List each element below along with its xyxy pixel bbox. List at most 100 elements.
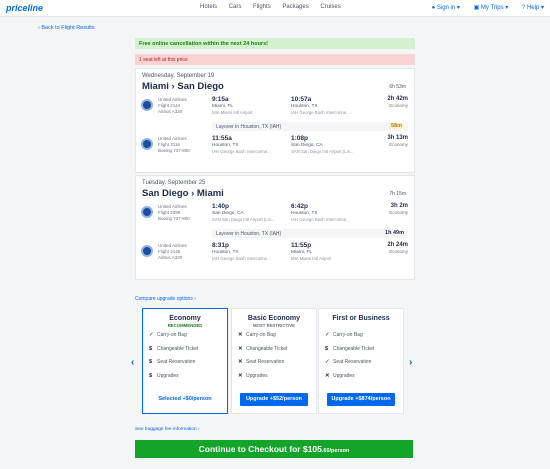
user-icon: ● [431, 5, 436, 11]
sign-in-link[interactable]: ● Sign in ▾ [432, 5, 460, 11]
feature-label: Carry-on Bag [246, 332, 276, 338]
dep-time: 11:55a [212, 135, 232, 142]
dep-airport: IAH George Bush Interconne... [212, 256, 271, 261]
feature-label: Seat Reservation [246, 359, 285, 365]
feature-item: ✕ Upgrades [319, 373, 403, 387]
departure: 8:31p Houston, TX IAH George Bush Intercon… [212, 242, 297, 262]
chevron-left-icon[interactable]: ‹ [131, 357, 134, 368]
arr-airport: MIA Miami Intl Airport [291, 256, 332, 261]
arr-time: 6:42p [291, 203, 308, 210]
flight-segment: United Airlines Flight 2099 Boeing 737-800… [136, 200, 414, 228]
return-route: San Diego › Miami 7h 15m [136, 186, 414, 200]
upgrade-basic-button[interactable]: Upgrade +$52/person [240, 393, 308, 406]
arr-time: 11:55p [291, 242, 312, 249]
aircraft: Boeing 737-800 [158, 216, 190, 221]
feature-label: Carry-on Bag [333, 332, 363, 338]
suitcase-icon: ▣ [473, 5, 480, 11]
departure: 11:55a Houston, TX IAH George Bush Interco… [212, 135, 297, 155]
fare-subtitle: MOST RESTRICTIVE [252, 323, 296, 328]
help-label: Help [526, 5, 540, 11]
dep-time: 8:31p [212, 242, 229, 249]
outbound-route: Miami › San Diego 6h 53m [136, 79, 414, 93]
top-header: priceline Hotels Cars Flights Packages C… [0, 0, 550, 17]
layover-duration: 58m [388, 123, 404, 129]
aircraft: Airbus A320 [158, 255, 183, 260]
flight-info: United Airlines Flight 2148 Airbus A320 [158, 243, 198, 261]
feature-item: ✓ Carry-on Bag [319, 332, 403, 346]
layover-text: Layover in Houston, TX (IAH) [216, 231, 282, 237]
arrival: 6:42p Houston, TX IAH George Bush Intercon… [291, 203, 376, 223]
arr-airport: IAH George Bush Interconne... [291, 110, 350, 115]
cabin: Economy [389, 142, 408, 147]
outbound-date: Wednesday, September 19 [142, 73, 215, 79]
flight-segment: United Airlines Flight 2148 Airbus A320 8:… [136, 239, 414, 267]
aircraft: Boeing 737-800 [158, 148, 190, 153]
layover-duration: 1h 49m [385, 230, 404, 236]
flight-segment: United Airlines Flight 2144 Airbus A320 9:… [136, 93, 414, 121]
nav-cars[interactable]: Cars [229, 4, 242, 10]
check-icon: ✓ [149, 332, 154, 338]
flight-info: United Airlines Flight 2116 Boeing 737-800 [158, 136, 198, 154]
layover-text: Layover in Houston, TX (IAH) [216, 124, 282, 130]
nav-packages[interactable]: Packages [282, 4, 308, 10]
sign-in-label: Sign in [436, 5, 456, 11]
compare-upgrade-link[interactable]: Compare upgrade options › [135, 296, 196, 302]
dep-airport: SAN San Diego Intl Airport (Lin... [212, 217, 275, 222]
fare-subtitle [319, 323, 403, 329]
baggage-fee-link[interactable]: See baggage fee information › [135, 427, 200, 432]
priceline-logo[interactable]: priceline [6, 3, 43, 13]
continue-to-checkout-button[interactable]: Continue to Checkout for $105.60/person [135, 440, 413, 458]
outbound-card: Wednesday, September 19 Miami › San Dieg… [135, 68, 415, 173]
chevron-right-icon[interactable]: › [409, 357, 412, 368]
x-icon: ✕ [238, 345, 243, 352]
nav-cruises[interactable]: Cruises [320, 4, 340, 10]
dep-time: 1:40p [212, 203, 229, 210]
nav-hotels[interactable]: Hotels [200, 4, 217, 10]
cta-cents: .60/person [321, 448, 350, 454]
upgrade-first-button[interactable]: Upgrade +$874/person [327, 393, 395, 406]
header-right: ● Sign in ▾ ▣ My Trips ▾ ? Help ▾ [420, 4, 544, 11]
fare-card-first-business[interactable]: First or Business ✓ Carry-on Bag $ Changea… [318, 308, 404, 414]
return-card: Tuesday, September 25 San Diego › Miami 7… [135, 175, 415, 280]
route-label: San Diego › Miami [142, 188, 224, 199]
fare-title: First or Business [332, 315, 390, 322]
help-link[interactable]: ? Help ▾ [522, 5, 544, 11]
segment-duration: 3h 13m Economy [387, 135, 408, 148]
my-trips-link[interactable]: ▣ My Trips ▾ [474, 5, 509, 11]
united-logo-icon [141, 245, 153, 257]
nav-flights[interactable]: Flights [253, 4, 271, 10]
total-duration: 7h 15m [389, 191, 406, 197]
feature-label: Seat Reservation [157, 359, 196, 365]
my-trips-label: My Trips [480, 5, 504, 11]
seg-dur: 2h 42m [387, 96, 408, 102]
dep-time: 9:15a [212, 96, 229, 103]
feature-item: $ Seat Reservation [143, 359, 227, 373]
departure: 1:40p San Diego, CA SAN San Diego Intl Air… [212, 203, 297, 223]
route-label: Miami › San Diego [142, 81, 224, 92]
dollar-icon: $ [149, 372, 153, 379]
x-icon: ✕ [325, 372, 330, 379]
back-to-results-link[interactable]: ‹ Back to Flight Results [38, 25, 95, 31]
flight-segment: United Airlines Flight 2116 Boeing 737-800… [136, 132, 414, 160]
fare-card-economy[interactable]: Economy RECOMMENDED ✓ Carry-on Bag $ Chang… [142, 308, 228, 414]
feature-label: Changeable Ticket [157, 345, 199, 352]
feature-label: Carry-on Bag [157, 332, 187, 338]
fare-card-basic-economy[interactable]: Basic Economy MOST RESTRICTIVE ✕ Carry-on… [231, 308, 317, 414]
layover-row: Layover in Houston, TX (IAH) 58m [212, 122, 408, 131]
united-logo-icon [141, 138, 153, 150]
arrival: 10:57a Houston, TX IAH George Bush Interco… [291, 96, 376, 116]
segment-duration: 3h 2m Economy [389, 203, 408, 216]
fare-features: ✓ Carry-on Bag $ Changeable Ticket ✓ Seat R… [319, 332, 403, 386]
departure: 9:15a Miami, FL MIA Miami Intl Airport [212, 96, 297, 116]
seg-dur: 3h 2m [390, 203, 408, 209]
selected-fare-button[interactable]: Selected +$0/person [151, 393, 219, 406]
flight-info: United Airlines Flight 2099 Boeing 737-800 [158, 204, 198, 222]
arrival: 11:55p Miami, FL MIA Miami Intl Airport [291, 242, 376, 262]
x-icon: ✕ [238, 359, 243, 365]
cabin: Economy [389, 103, 408, 108]
check-icon: ✓ [325, 359, 330, 365]
compare-label: Compare upgrade options [135, 296, 193, 302]
dollar-icon: $ [325, 345, 329, 352]
help-icon: ? [521, 5, 526, 11]
feature-label: Seat Reservation [333, 359, 372, 365]
